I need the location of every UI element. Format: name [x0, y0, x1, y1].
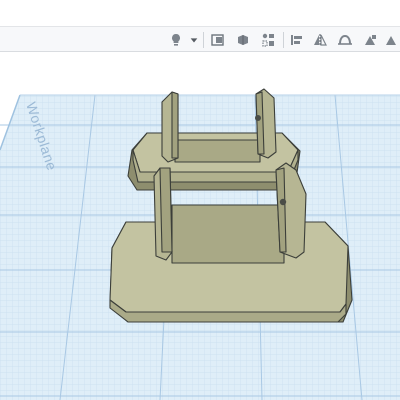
toolbar-divider: [283, 32, 284, 48]
group-icon[interactable]: [360, 30, 380, 50]
dropdown-caret-icon[interactable]: [188, 30, 200, 50]
header-strip: [0, 0, 400, 26]
ungroup-icon[interactable]: [382, 30, 400, 50]
light-bulb-icon[interactable]: [166, 30, 186, 50]
toolbar: [0, 26, 400, 52]
note-icon[interactable]: [258, 30, 278, 50]
scene: Workplane: [0, 88, 400, 400]
align-icon[interactable]: [310, 30, 330, 50]
view-cube-icon[interactable]: [208, 30, 228, 50]
mirror-icon[interactable]: [335, 30, 355, 50]
3d-viewport[interactable]: Workplane: [0, 52, 400, 400]
workplane-icon[interactable]: [287, 30, 307, 50]
solid-shapes-icon[interactable]: [233, 30, 253, 50]
toolbar-divider: [203, 32, 204, 48]
